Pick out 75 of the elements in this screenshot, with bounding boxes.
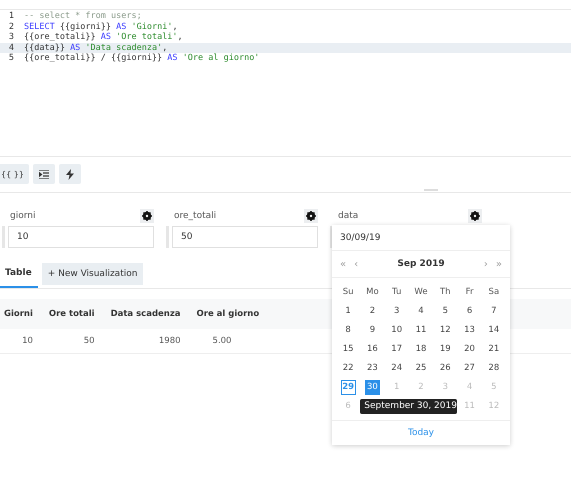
calendar-day[interactable]: 2: [364, 304, 380, 319]
settings-button[interactable]: [304, 209, 318, 223]
indent-icon: [38, 170, 49, 178]
parameter-label: data: [338, 211, 358, 221]
settings-icon: [470, 211, 480, 221]
code-text: {{data}} AS 'Data scadenza',: [24, 42, 168, 53]
code-editor[interactable]: 1 -- select * from users; 2 SELECT {{giorni}} AS 'Giorni', 3 {{ore_totali}} AS 'Ore totali', 4 {{data}} AS 'Data scadenza', 5 {{ore_totali}} / {{giorni}} AS 'Ore al giorno': [0, 9, 571, 156]
calendar-day[interactable]: 27: [462, 361, 478, 376]
calendar-day[interactable]: 14: [486, 323, 502, 338]
calendar-day[interactable]: 15: [340, 342, 356, 357]
weekday-label: Fr: [466, 286, 474, 299]
new-visualization-button[interactable]: + New Visualization: [42, 263, 144, 285]
template-button[interactable]: {{ }}: [0, 164, 29, 184]
parameter-field[interactable]: 10: [8, 226, 154, 248]
parameter-label: ore_totali: [174, 211, 216, 221]
calendar-day[interactable]: 13: [462, 323, 478, 338]
weekday-label: Tu: [392, 286, 402, 299]
parameter-label: giorni: [10, 211, 36, 221]
table-tab[interactable]: Table: [0, 260, 38, 288]
calendar-day[interactable]: 8: [340, 323, 356, 338]
calendar-day[interactable]: 25: [413, 361, 428, 376]
calendar-day[interactable]: 7: [486, 304, 502, 319]
date-tooltip: September 30, 2019: [360, 399, 458, 414]
code-text: {{ore_totali}} / {{giorni}} AS 'Ore al giorno': [24, 53, 260, 64]
weekday-label: We: [414, 286, 428, 299]
calendar-day[interactable]: 21: [486, 342, 502, 357]
weekday-label: Sa: [488, 286, 500, 299]
calendar-day[interactable]: 12: [438, 323, 453, 338]
column-header: Data scadenza: [106, 299, 193, 329]
line-number: 3: [8, 32, 15, 42]
indent-button[interactable]: [32, 164, 55, 184]
calendar-day[interactable]: 3: [389, 304, 404, 319]
calendar-day[interactable]: 11: [413, 323, 428, 338]
table-cell: 5.00: [192, 329, 272, 354]
line-number: 1: [8, 11, 15, 22]
line-number: 2: [8, 22, 15, 32]
settings-button[interactable]: [140, 209, 154, 223]
calendar-day[interactable]: 18: [413, 342, 428, 357]
column-header: Ore totali: [44, 299, 107, 329]
column-header: Ore al giorno: [192, 299, 272, 329]
parameter-field[interactable]: 50: [172, 226, 318, 248]
calendar-day[interactable]: 17: [389, 342, 404, 357]
weekday-label: Mo: [366, 286, 379, 299]
calendar-day[interactable]: 23: [364, 361, 380, 376]
calendar-day[interactable]: 20: [462, 342, 478, 357]
calendar-day[interactable]: 4: [413, 304, 428, 319]
calendar-day[interactable]: 10: [389, 323, 404, 338]
date-field[interactable]: 30/09/19: [332, 225, 510, 251]
month-title: Sep 2019: [396, 259, 446, 269]
code-text: {{ore_totali}} AS 'Ore totali',: [24, 32, 183, 42]
lightning-icon: [66, 168, 74, 180]
code-text: -- select * from users;: [24, 11, 142, 22]
column-header: Giorni: [0, 299, 45, 329]
settings-button[interactable]: [468, 209, 482, 223]
calendar-day[interactable]: 6: [462, 304, 478, 319]
table-cell: 50: [44, 329, 107, 354]
calendar-day[interactable]: 16: [364, 342, 380, 357]
calendar-day[interactable]: 1: [340, 304, 356, 319]
calendar-day[interactable]: 22: [340, 361, 356, 376]
calendar-day[interactable]: 19: [438, 342, 453, 357]
table-cell: 10: [0, 329, 45, 354]
execute-button[interactable]: [58, 164, 81, 184]
calendar-day[interactable]: 26: [438, 361, 453, 376]
line-number: 4: [8, 42, 15, 53]
line-number: 5: [8, 53, 15, 64]
settings-icon: [142, 211, 152, 221]
settings-icon: [306, 211, 316, 221]
calendar-day[interactable]: 24: [389, 361, 404, 376]
weekday-label: Th: [440, 286, 451, 299]
weekday-label: Su: [342, 286, 354, 299]
calendar-day[interactable]: 28: [486, 361, 502, 376]
code-text: SELECT {{giorni}} AS 'Giorni',: [24, 22, 178, 32]
calendar-day[interactable]: 5: [438, 304, 453, 319]
table-cell: 1980: [106, 329, 193, 354]
calendar-day[interactable]: 9: [364, 323, 380, 338]
